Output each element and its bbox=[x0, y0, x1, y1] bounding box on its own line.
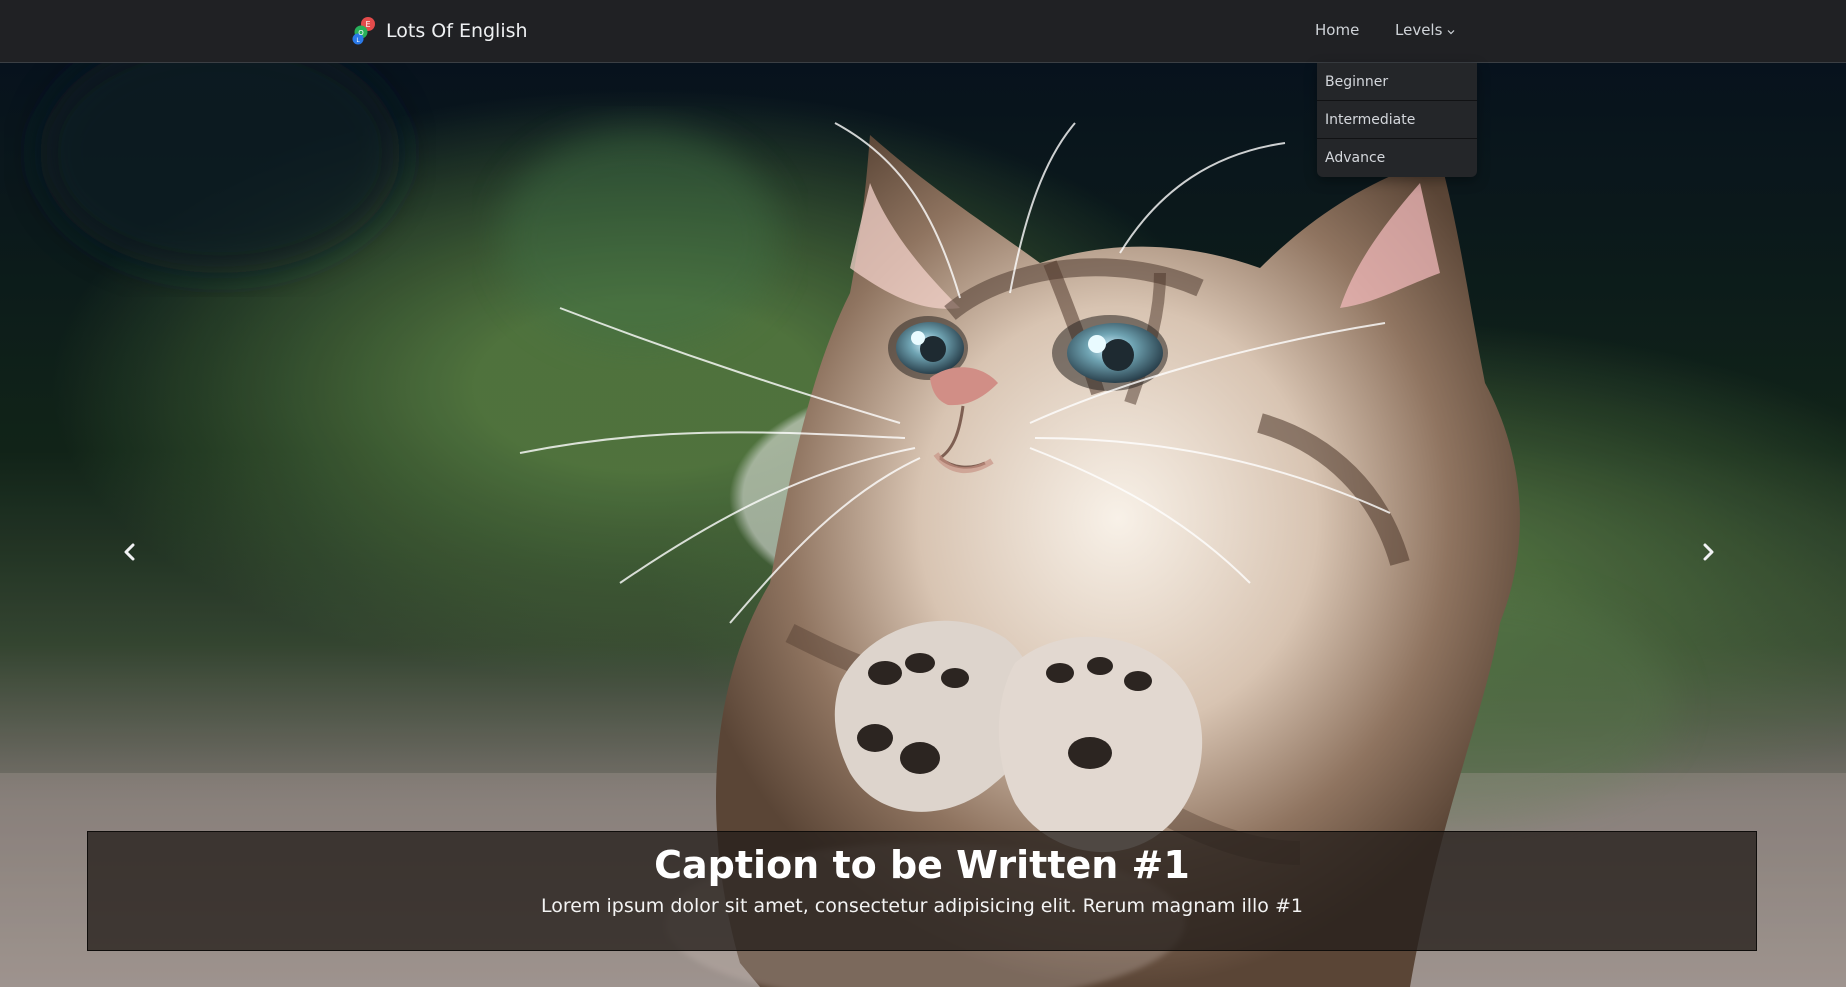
chevron-right-icon bbox=[1703, 543, 1714, 561]
caption-title: Caption to be Written #1 bbox=[654, 843, 1190, 887]
home-nav-link[interactable]: Home bbox=[1315, 21, 1359, 39]
levels-dropdown-toggle[interactable]: Levels bbox=[1395, 21, 1456, 39]
carousel-previous-button[interactable] bbox=[116, 538, 144, 566]
chevron-left-icon bbox=[124, 543, 135, 561]
svg-text:O: O bbox=[358, 29, 364, 37]
dropdown-item-intermediate[interactable]: Intermediate bbox=[1317, 101, 1477, 139]
levels-label: Levels bbox=[1395, 21, 1443, 39]
brand-title: Lots Of English bbox=[386, 19, 528, 42]
top-navbar: E O L Lots Of English Home Levels bbox=[0, 0, 1846, 63]
chevron-down-icon bbox=[1447, 30, 1455, 35]
carousel-next-button[interactable] bbox=[1694, 538, 1722, 566]
caption-text: Lorem ipsum dolor sit amet, consectetur … bbox=[541, 895, 1303, 917]
levels-dropdown-menu: Beginner Intermediate Advance bbox=[1317, 63, 1477, 177]
carousel-caption: Caption to be Written #1 Lorem ipsum dol… bbox=[87, 831, 1757, 951]
hero-carousel: Caption to be Written #1 Lorem ipsum dol… bbox=[0, 63, 1846, 987]
dropdown-item-beginner[interactable]: Beginner bbox=[1317, 63, 1477, 101]
ole-logo-icon: E O L bbox=[352, 17, 375, 45]
brand-link[interactable]: E O L Lots Of English bbox=[352, 16, 528, 46]
dropdown-item-advance[interactable]: Advance bbox=[1317, 139, 1477, 177]
svg-text:E: E bbox=[365, 20, 370, 29]
